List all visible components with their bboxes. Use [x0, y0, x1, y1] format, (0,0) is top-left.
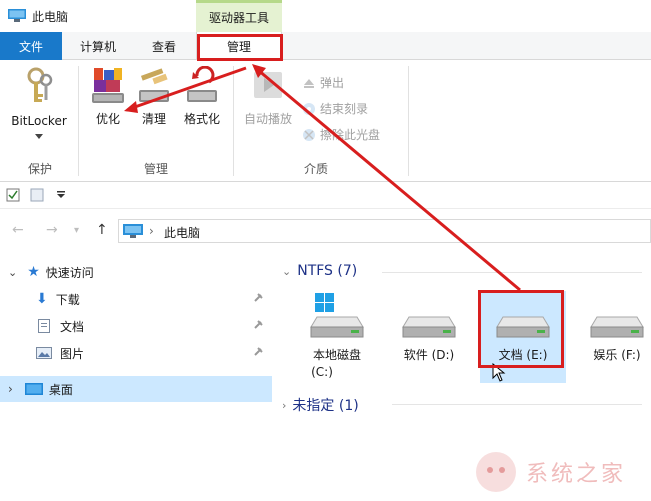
watermark-logo-icon [476, 451, 516, 492]
watermark: 系统之家 [474, 442, 651, 501]
annotation-arrows [124, 64, 521, 292]
annotation-arrow-drive-to-manage [257, 68, 521, 292]
annotation-arrowhead [124, 101, 138, 113]
watermark-text: 系统之家 [526, 461, 627, 487]
annotation-arrow-manage-to-optimize [131, 66, 247, 110]
